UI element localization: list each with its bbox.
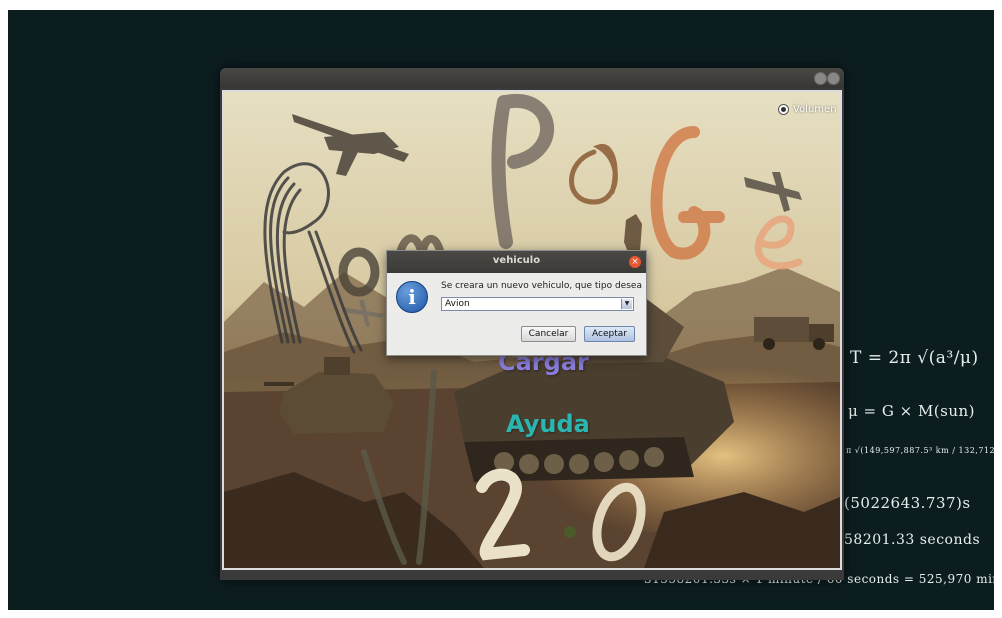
desktop-wallpaper: T = 2π √(a³/μ) μ = G × M(sun) π √(149,59…	[8, 10, 994, 610]
formula-period: T = 2π √(a³/μ)	[850, 348, 979, 368]
formula-seconds-exact: (5022643.737)s	[844, 494, 971, 512]
accept-button[interactable]: Aceptar	[584, 326, 635, 342]
window-titlebar[interactable]	[220, 68, 844, 88]
radio-icon[interactable]	[778, 104, 789, 115]
dialog-message: Se creara un nuevo vehiculo, que tipo de…	[441, 281, 642, 291]
vehicle-select-value: Avion	[445, 299, 470, 309]
vehicle-type-select[interactable]: Avion ▼	[441, 297, 634, 311]
formula-substitution: π √(149,597,887.5³ km / 132,712,440,018k…	[846, 446, 994, 455]
help-menu-button[interactable]: Ayuda	[506, 410, 590, 438]
volume-label: Volumen	[793, 104, 837, 115]
formula-seconds: 58201.33 seconds	[844, 532, 981, 548]
vehicle-dialog: vehiculo × i Se creara un nuevo vehiculo…	[386, 250, 647, 356]
info-icon: i	[396, 281, 428, 313]
volume-toggle[interactable]: Volumen	[778, 104, 837, 115]
close-icon[interactable]: ×	[629, 256, 641, 268]
close-window-button[interactable]	[827, 72, 840, 85]
dialog-title: vehiculo	[492, 255, 541, 266]
dialog-titlebar[interactable]: vehiculo ×	[387, 251, 646, 273]
chevron-down-icon[interactable]: ▼	[621, 299, 632, 309]
formula-mu: μ = G × M(sun)	[848, 402, 976, 420]
cancel-button[interactable]: Cancelar	[521, 326, 576, 342]
minimize-button[interactable]	[814, 72, 827, 85]
